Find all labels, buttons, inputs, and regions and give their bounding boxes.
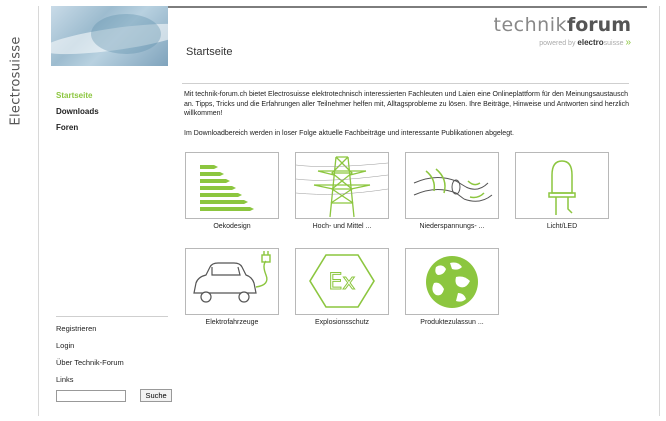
header-image — [51, 6, 168, 66]
tile-hoch-mittel[interactable]: Hoch- und Mittel ... — [295, 152, 389, 230]
sidebar-divider — [56, 316, 168, 317]
ex-symbol-icon: Ex — [309, 254, 375, 308]
power-pylon-icon — [296, 156, 388, 218]
page-title: Startseite — [186, 46, 233, 58]
logo-word-forum: forum — [566, 14, 631, 36]
secondary-nav: Registrieren Login Über Technik-Forum Li… — [56, 324, 124, 392]
tile-label: Licht/LED — [546, 223, 578, 230]
nav-item-downloads[interactable]: Downloads — [56, 107, 99, 116]
side-label: Electrosuisse — [2, 10, 26, 130]
page: technikforum powered by electrosuisse » … — [38, 6, 660, 416]
search-button[interactable]: Suche — [140, 389, 172, 403]
tile-label: Niederspannungs- ... — [419, 223, 485, 230]
tile-produktezulassung[interactable]: Produktezulassun ... — [405, 248, 499, 326]
tile-label: Hoch- und Mittel ... — [312, 223, 372, 230]
electric-car-icon — [193, 251, 271, 303]
tile-label: Oekodesign — [213, 223, 251, 230]
search-input[interactable] — [56, 389, 126, 402]
tile-oekodesign[interactable]: Oekodesign — [185, 152, 279, 230]
tile-licht-led[interactable]: Licht/LED — [515, 152, 609, 230]
main-nav: Startseite Downloads Foren — [56, 91, 99, 139]
tile-elektrofahrzeuge[interactable]: Elektrofahrzeuge — [185, 248, 279, 326]
title-divider — [182, 83, 629, 84]
tile-label: Explosionsschutz — [314, 319, 370, 326]
cable-icon — [413, 168, 493, 202]
logo-brand: electro — [577, 38, 604, 47]
site-logo[interactable]: technikforum powered by electrosuisse » — [494, 14, 631, 48]
led-icon — [548, 160, 576, 215]
intro-text: Mit technik-forum.ch bietet Electrosuiss… — [184, 90, 634, 148]
intro-paragraph: Im Downloadbereich werden in loser Folge… — [184, 129, 514, 137]
svg-text:Ex: Ex — [329, 270, 356, 295]
logo-arrow-icon: » — [625, 37, 631, 48]
tile-label: Elektrofahrzeuge — [205, 319, 259, 326]
tile-niederspannung[interactable]: Niederspannungs- ... — [405, 152, 499, 230]
link-login[interactable]: Login — [56, 341, 124, 350]
nav-item-startseite[interactable]: Startseite — [56, 91, 99, 100]
tile-explosionsschutz[interactable]: Ex Explosionsschutz — [295, 248, 389, 326]
intro-paragraph: Mit technik-forum.ch bietet Electrosuiss… — [184, 91, 629, 117]
link-ueber-technik-forum[interactable]: Über Technik-Forum — [56, 358, 124, 367]
logo-word-technik: technik — [493, 14, 567, 36]
link-registrieren[interactable]: Registrieren — [56, 324, 124, 333]
logo-brand-suffix: suisse — [603, 40, 624, 47]
logo-tagline: powered by — [539, 40, 576, 47]
nav-item-foren[interactable]: Foren — [56, 123, 99, 132]
side-label-text: Electrosuisse — [8, 36, 24, 126]
link-links[interactable]: Links — [56, 375, 124, 384]
energy-label-icon — [200, 165, 254, 211]
tile-label: Produktezulassun ... — [420, 319, 484, 326]
search-form: Suche — [56, 387, 172, 405]
globe-icon — [426, 256, 478, 308]
